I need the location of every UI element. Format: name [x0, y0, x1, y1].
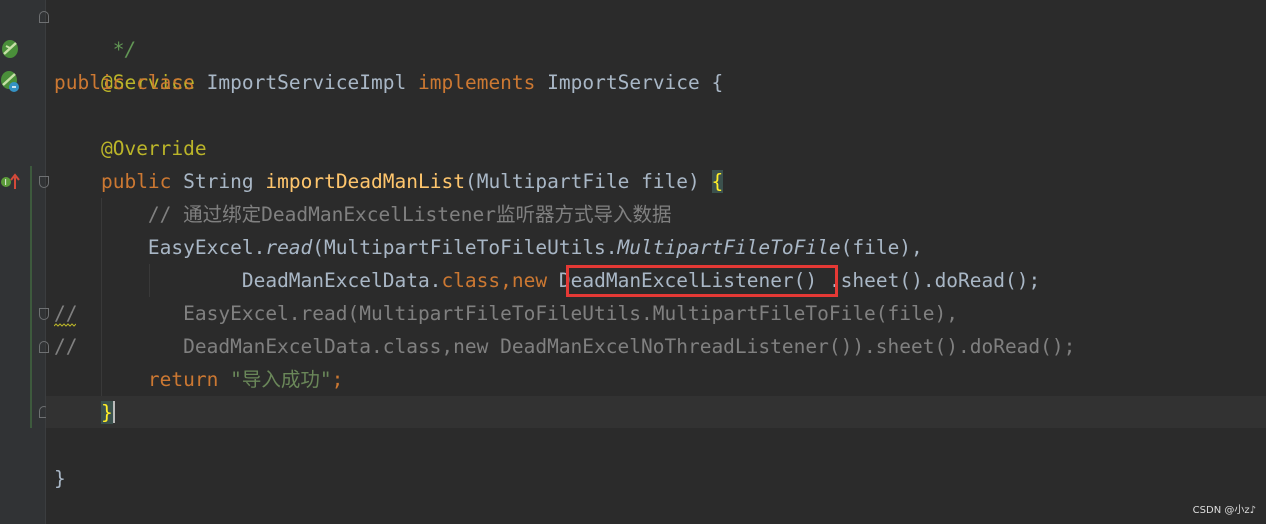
code-editor[interactable]: */ @Service public class ImportServiceIm…: [46, 0, 1266, 524]
code-line-5: @Override: [100, 137, 207, 160]
warning-squiggle: [54, 323, 76, 327]
code-line-10: // EasyExcel.read(MultipartFileToFileUti…: [54, 302, 958, 325]
svg-text:I: I: [5, 178, 7, 187]
code-line-13: }: [100, 401, 113, 424]
annotation-highlight-box: [566, 265, 838, 297]
implemented-bean-icon[interactable]: [0, 70, 22, 94]
code-line-8: EasyExcel.read(MultipartFileToFileUtils.…: [147, 236, 923, 259]
code-line-2: @Service: [100, 71, 195, 94]
bean-icon[interactable]: [0, 38, 20, 60]
implements-method-icon[interactable]: I: [0, 172, 22, 192]
code-line-1: */: [100, 38, 137, 61]
code-line-7: // 通过绑定DeadManExcelListener监听器方式导入数据: [147, 203, 672, 226]
watermark: CSDN @小z♪: [1192, 505, 1256, 516]
code-line-9: DeadManExcelData.class,new DeadManExcelL…: [241, 269, 1041, 292]
code-line-12: return "导入成功";: [147, 368, 344, 391]
vcs-change-marker[interactable]: [30, 166, 32, 428]
code-line-6: public String importDeadManList(Multipar…: [100, 170, 724, 193]
code-line-3: public class ImportServiceImpl implement…: [54, 71, 724, 94]
code-line-15: }: [54, 467, 66, 490]
code-line-11: // DeadManExcelData.class,new DeadManExc…: [54, 335, 1076, 358]
text-caret: [113, 401, 115, 423]
